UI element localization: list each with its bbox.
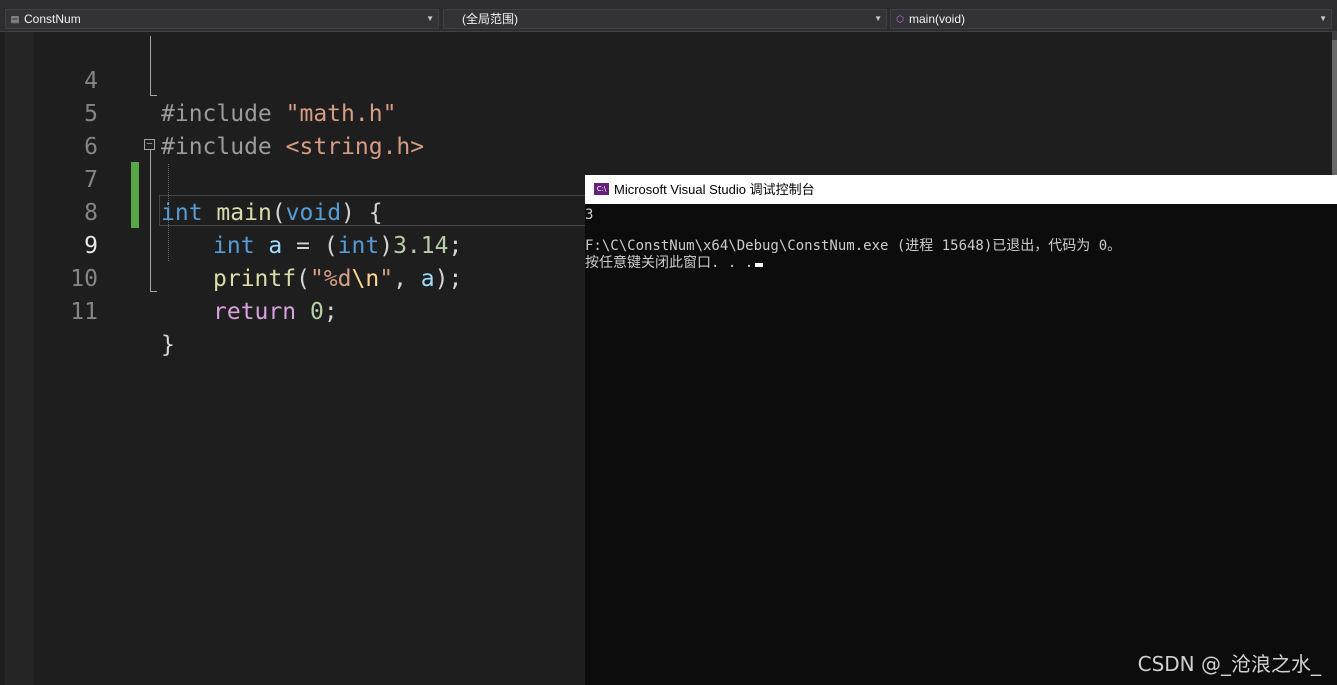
chevron-down-icon: ▼ <box>1319 14 1327 23</box>
semicolon: ; <box>323 299 338 325</box>
code-line: 7 int main(void) { <box>0 131 1337 226</box>
code-line: 5 #include <string.h> <box>0 65 1337 160</box>
code-line: 6 <box>0 98 1337 160</box>
watermark: CSDN @_沧浪之水_ <box>1137 652 1321 676</box>
console-title-bar[interactable]: C:\ Microsoft Visual Studio 调试控制台 <box>585 175 1337 204</box>
scope-dropdown[interactable]: (全局范围) ▼ <box>443 9 887 29</box>
number-literal: 0 <box>309 299 324 325</box>
console-app-icon: C:\ <box>594 183 609 195</box>
console-output-line: F:\C\ConstNum\x64\Debug\ConstNum.exe (进程… <box>585 238 1122 254</box>
chevron-down-icon: ▼ <box>426 14 434 23</box>
code-line: 4 #include "math.h" <box>0 32 1337 127</box>
member-dropdown-label: main(void) <box>909 12 966 26</box>
project-dropdown-label: ConstNum <box>24 12 81 26</box>
console-cursor <box>755 263 764 267</box>
navigation-bar: ▤ ConstNum ▼ (全局范围) ▼ ⬡ main(void) ▼ <box>0 0 1337 32</box>
line-number: 11 <box>70 299 98 325</box>
scope-dropdown-label: (全局范围) <box>462 12 518 26</box>
console-title: Microsoft Visual Studio 调试控制台 <box>614 182 815 197</box>
control-keyword: return <box>213 299 297 325</box>
console-prompt-text: 按任意键关闭此窗口. . . <box>585 255 754 271</box>
code-text: return 0; <box>213 296 338 329</box>
member-dropdown[interactable]: ⬡ main(void) ▼ <box>890 9 1332 29</box>
console-output-line: 3 <box>585 207 594 223</box>
project-dropdown[interactable]: ▤ ConstNum ▼ <box>5 9 439 29</box>
console-prompt-line: 按任意键关闭此窗口. . . <box>585 255 764 271</box>
cube-icon: ⬡ <box>896 13 904 24</box>
chevron-down-icon: ▼ <box>874 14 882 23</box>
code-text: } <box>161 329 175 362</box>
brace: } <box>161 332 175 358</box>
project-file-icon: ▤ <box>10 13 20 24</box>
debug-console-window[interactable]: C:\ Microsoft Visual Studio 调试控制台 3 F:\C… <box>585 175 1337 685</box>
